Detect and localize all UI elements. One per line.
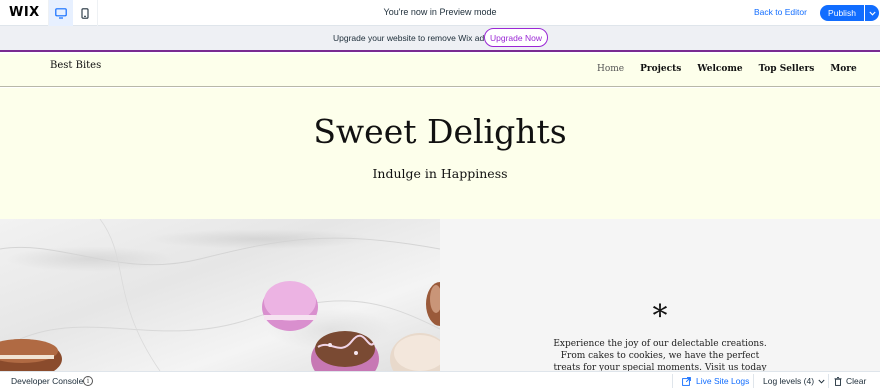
macarons-image <box>0 219 440 371</box>
upgrade-banner: Upgrade your website to remove Wix ads U… <box>0 26 880 52</box>
back-to-editor-link[interactable]: Back to Editor <box>754 7 807 17</box>
preview-mode-label: You're now in Preview mode <box>383 7 497 17</box>
site-logo[interactable]: Best Bites <box>50 60 101 71</box>
preview-toolbar: WIX You're now in Preview mode Back to E… <box>0 0 880 26</box>
macarons-illustration <box>0 219 440 371</box>
clear-logs-button[interactable]: Clear <box>834 376 866 386</box>
hero-subtitle: Indulge in Happiness <box>372 166 508 181</box>
developer-console-bar: Developer Console i Live Site Logs Log l… <box>0 371 880 389</box>
external-link-icon <box>682 376 691 386</box>
mobile-icon <box>81 7 89 19</box>
nav-item-home[interactable]: Home <box>597 64 624 74</box>
desktop-icon <box>55 7 67 19</box>
nav-item-top-sellers[interactable]: Top Sellers <box>759 64 815 74</box>
divider <box>828 374 829 388</box>
clear-label: Clear <box>846 376 867 386</box>
site-header: Best Bites Home Projects Welcome Top Sel… <box>0 54 880 87</box>
nav-item-more[interactable]: More <box>830 64 856 74</box>
chevron-down-icon <box>868 11 876 16</box>
hero-section: Sweet Delights Indulge in Happiness <box>0 88 880 219</box>
trash-icon <box>834 376 842 386</box>
publish-button[interactable]: Publish <box>820 5 864 21</box>
developer-console-toggle[interactable]: Developer Console <box>11 376 83 386</box>
nav-item-projects[interactable]: Projects <box>640 64 681 74</box>
log-levels-label: Log levels (4) <box>763 376 815 386</box>
live-site-logs-label: Live Site Logs <box>696 376 750 386</box>
chevron-down-icon <box>818 379 825 384</box>
upgrade-now-button[interactable]: Upgrade Now <box>484 28 548 47</box>
publish-dropdown-button[interactable] <box>865 5 879 21</box>
log-levels-dropdown[interactable]: Log levels (4) <box>763 376 825 386</box>
mobile-view-button[interactable] <box>73 0 97 26</box>
about-text-panel: * Experience the joy of our delectable c… <box>440 219 880 371</box>
hero-title: Sweet Delights <box>313 112 567 151</box>
site-navigation: Home Projects Welcome Top Sellers More <box>597 64 873 74</box>
upgrade-banner-text: Upgrade your website to remove Wix ads <box>333 33 489 43</box>
live-site-logs-link[interactable]: Live Site Logs <box>682 376 749 386</box>
divider <box>753 374 754 388</box>
wix-logo: WIX <box>9 5 40 20</box>
device-switcher <box>48 0 98 26</box>
asterisk-decoration: * <box>652 299 668 334</box>
nav-item-welcome[interactable]: Welcome <box>697 64 742 74</box>
desktop-view-button[interactable] <box>49 0 73 26</box>
about-paragraph: Experience the joy of our delectable cre… <box>553 339 767 371</box>
divider <box>672 374 673 388</box>
info-icon[interactable]: i <box>83 376 93 386</box>
